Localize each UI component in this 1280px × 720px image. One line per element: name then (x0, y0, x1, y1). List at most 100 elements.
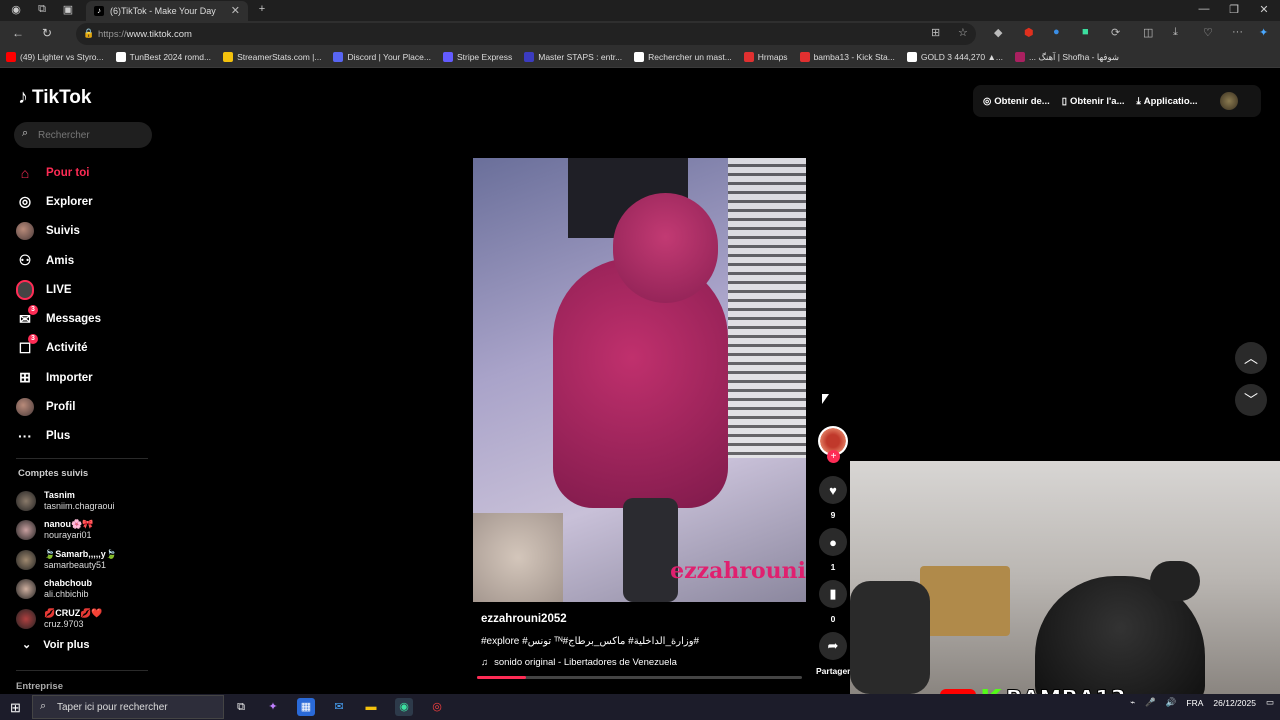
comment-action[interactable]: ● 1 (816, 528, 850, 572)
language-indicator[interactable]: FRA (1186, 698, 1203, 708)
volume-icon[interactable]: 🔊 (1166, 697, 1177, 708)
save-action[interactable]: ▮ 0 (816, 580, 850, 624)
tiktok-logo[interactable]: ♪ TikTok (18, 86, 91, 109)
user-avatar[interactable] (1219, 92, 1238, 110)
webcam-overlay (850, 461, 1280, 694)
chevron-down-icon: ﹀ (1244, 392, 1258, 408)
video-progress-bar[interactable] (477, 676, 802, 679)
heart-icon[interactable]: ♥ (819, 476, 847, 504)
copilot-icon[interactable]: ✦ (1259, 26, 1268, 39)
favorite-star-icon[interactable]: ☆ (958, 26, 968, 39)
see-more-button[interactable]: ⌄ Voir plus (22, 638, 89, 652)
close-tab-icon[interactable]: ✕ (231, 4, 240, 17)
bookmark-item[interactable]: GOLD 3 444,270 ▲... (906, 52, 1003, 62)
video-username[interactable]: ezzahrouni2052 (481, 613, 811, 625)
bookmark-favicon-icon (524, 52, 535, 62)
following-item[interactable]: chabchoub ali.chbichib (16, 575, 156, 605)
get-desktop-button[interactable]: ◎ Obtenir de... (983, 96, 1050, 107)
video-floor-items (473, 513, 563, 602)
share-icon[interactable]: ➦ (819, 632, 847, 660)
windows-start-icon[interactable]: ⊞ (10, 700, 21, 716)
video-player[interactable]: ezzahrouni (473, 158, 806, 602)
bookmark-item[interactable]: bamba13 - Kick Sta... (799, 52, 895, 62)
extension-green-icon[interactable]: ■ (1082, 26, 1089, 38)
video-hashtags[interactable]: #explore #تونس ᵀᴺ#وزارة_الداخلية# ماكس_ب… (481, 636, 811, 647)
search-input[interactable]: ⌕ Rechercher (14, 122, 152, 148)
new-tab-icon[interactable]: + (254, 3, 270, 15)
following-item[interactable]: nanou🌸🎀 nourayari01 (16, 516, 156, 546)
share-action[interactable]: ➦ Partager (816, 632, 851, 676)
get-app-button[interactable]: ▯ Obtenir l'a... (1062, 96, 1125, 107)
bookmark-item[interactable]: Rechercher un mast... (634, 52, 732, 62)
bookmark-item[interactable]: Discord | Your Place... (333, 52, 431, 62)
minimize-icon[interactable]: — (1196, 3, 1212, 15)
sidebar-item-profil[interactable]: Profil (16, 392, 156, 421)
bookmark-item[interactable]: StreamerStats.com |... (223, 52, 321, 62)
workspaces-icon[interactable]: ⧉ (34, 3, 50, 16)
sidebar-item-plus[interactable]: ··· Plus (16, 422, 156, 451)
outlook-icon[interactable]: ✉ (330, 698, 348, 716)
tab-tiktok[interactable]: ♪ (6)TikTok - Make Your Day ✕ (86, 1, 248, 21)
file-explorer-icon[interactable]: ▬ (362, 698, 380, 716)
comment-icon[interactable]: ● (819, 528, 847, 556)
url-field[interactable]: 🔒 https://www.tiktok.com (76, 23, 976, 45)
extensions-icon[interactable]: ⟳ (1111, 26, 1120, 39)
back-icon[interactable]: ← (12, 26, 24, 40)
bookmark-item[interactable]: Master STAPS : entr... (524, 52, 622, 62)
close-window-icon[interactable]: ✕ (1256, 3, 1272, 16)
video-actions: + ♥ 9 ● 1 ▮ 0 ➦ Partager (816, 426, 851, 676)
following-item[interactable]: 🍃Samarb,,,,,y🍃 samarbeauty51 (16, 545, 156, 575)
following-item[interactable]: Tasnim tasniim.chagraoui (16, 486, 156, 516)
sidebar-item-explorer[interactable]: ◎ Explorer (16, 187, 156, 216)
bookmark-item[interactable]: TunBest 2024 romd... (115, 52, 211, 62)
previous-video-button[interactable]: ︿ (1235, 342, 1267, 374)
clock-date[interactable]: 26/12/2025 (1213, 698, 1256, 708)
extension-blue-icon[interactable]: ● (1053, 26, 1060, 38)
reload-icon[interactable]: ↻ (42, 26, 52, 40)
like-action[interactable]: ♥ 9 (816, 476, 850, 520)
store-icon[interactable]: ▦ (297, 698, 315, 716)
bookmark-favicon-icon (223, 52, 234, 62)
bookmark-favicon-icon (799, 52, 810, 62)
following-item[interactable]: 💋CRUZ💋❤️ cruz.9703 (16, 604, 156, 634)
bookmarks-bar: (49) Lighter vs Styro... TunBest 2024 rom… (0, 47, 1280, 68)
sidebar-item-importer[interactable]: ⊞ Importer (16, 363, 156, 392)
entreprise-link[interactable]: Entreprise (16, 681, 63, 692)
tab-actions-icon[interactable]: ▣ (60, 3, 76, 16)
app-available-icon[interactable]: ⊞ (931, 26, 940, 39)
downloads-icon[interactable]: ⤓ (1173, 26, 1178, 39)
copilot-icon[interactable]: ✦ (264, 698, 282, 716)
sidebar-item-messages[interactable]: ✉ 3 Messages (16, 304, 156, 333)
video-music[interactable]: ♫ sonido original - Libertadores de Vene… (481, 657, 811, 668)
creator-avatar[interactable]: + (818, 426, 848, 463)
split-screen-icon[interactable]: ◫ (1143, 26, 1153, 39)
menu-icon[interactable]: ··· (1232, 26, 1243, 38)
obs-icon[interactable]: ◎ (428, 698, 446, 716)
task-view-icon[interactable]: ⧉ (232, 698, 250, 716)
bookmark-item[interactable]: ... آهنگ | Shofha - شوفها (1014, 52, 1119, 63)
sidebar-item-live[interactable]: LIVE (16, 275, 156, 304)
webcam-shelf (920, 566, 1010, 636)
extension-red-icon[interactable]: ⬢ (1024, 26, 1034, 39)
sidebar-item-amis[interactable]: ⚇ Amis (16, 246, 156, 275)
sidebar-item-activit[interactable]: ☐ 3 Activité (16, 334, 156, 363)
network-icon[interactable]: ⌁ (1130, 697, 1135, 708)
bookmark-item[interactable]: (49) Lighter vs Styro... (6, 52, 104, 62)
next-video-button[interactable]: ﹀ (1235, 384, 1267, 416)
restore-icon[interactable]: ❐ (1226, 3, 1242, 16)
edge-icon[interactable]: ◉ (395, 698, 413, 716)
live-icon (16, 279, 34, 300)
sidebar-item-suivis[interactable]: Suivis (16, 217, 156, 246)
follow-plus-icon[interactable]: + (827, 450, 840, 463)
sidebar-item-pourtoi[interactable]: ⌂ Pour toi (16, 158, 156, 187)
application-button[interactable]: ⤓ Applicatio... (1137, 96, 1198, 107)
bookmark-item[interactable]: Hrmaps (743, 52, 788, 62)
taskbar-search[interactable]: ⌕ Taper ici pour rechercher (32, 695, 224, 719)
bookmark-icon[interactable]: ▮ (819, 580, 847, 608)
notifications-icon[interactable]: ▭ (1266, 697, 1274, 708)
bookmark-item[interactable]: Stripe Express (442, 52, 512, 62)
performance-icon[interactable]: ♡ (1203, 26, 1213, 39)
extension-icon[interactable]: ◆ (994, 26, 1002, 39)
mic-icon[interactable]: 🎤 (1145, 697, 1156, 708)
profile-icon[interactable]: ◉ (8, 3, 24, 16)
